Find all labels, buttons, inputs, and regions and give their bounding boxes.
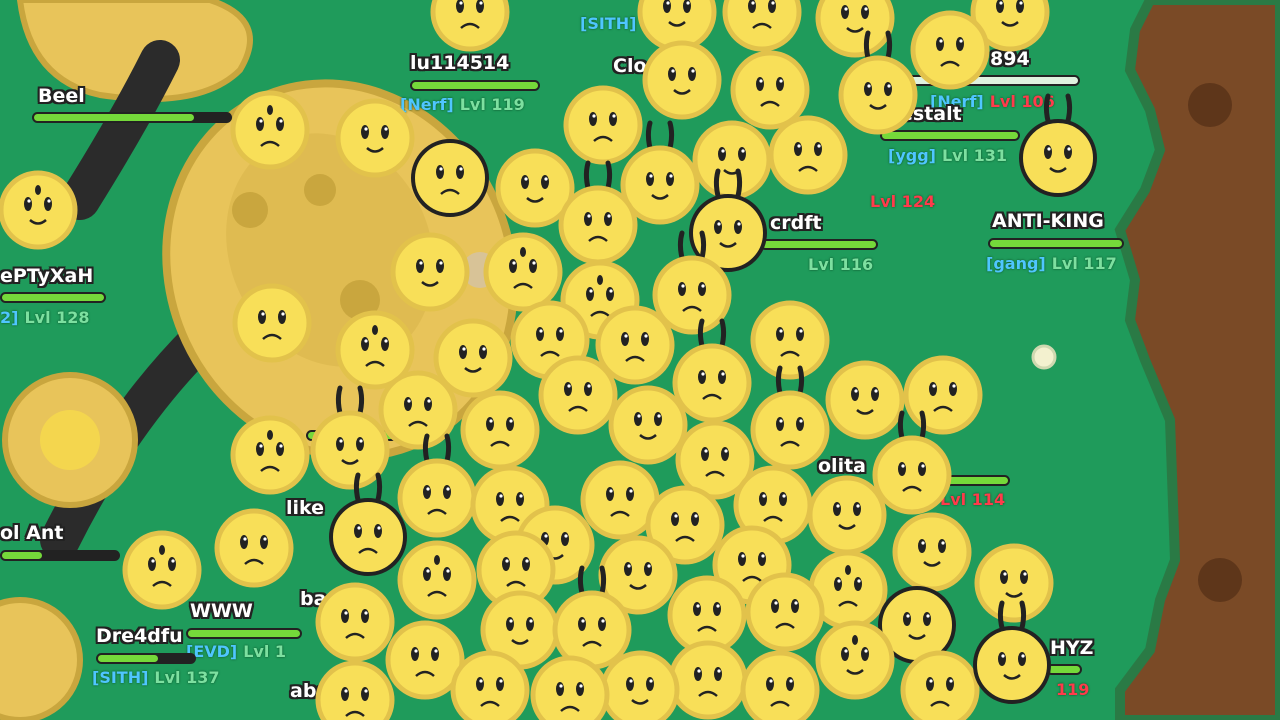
bee-player	[750, 365, 830, 470]
bee-face	[815, 0, 895, 58]
bee-face	[722, 0, 802, 52]
bee-face	[642, 40, 722, 120]
bee-face	[230, 90, 310, 170]
bee-face	[563, 85, 643, 165]
game-viewport[interactable]: lu114514 Beel ePTyXaH 2] Lvl 128 ANTI-KIN…	[0, 0, 1280, 720]
bee-face	[214, 508, 294, 588]
bee-face	[608, 385, 688, 465]
bee-face	[892, 512, 972, 592]
bee-face	[460, 390, 540, 470]
bee-face	[315, 660, 395, 720]
bee-face	[315, 582, 395, 662]
bee-face	[740, 650, 820, 720]
bee-face	[750, 300, 830, 380]
bee-face	[815, 620, 895, 700]
bee-face	[910, 10, 990, 90]
bee-face	[974, 543, 1054, 623]
bee-face	[0, 170, 78, 250]
bee-face	[900, 650, 980, 720]
bee-player	[397, 433, 477, 538]
bee-face	[232, 283, 312, 363]
bee-face	[530, 655, 610, 720]
bee-face	[335, 98, 415, 178]
bee-face	[122, 530, 202, 610]
bee-player	[1019, 93, 1097, 197]
bee-face	[390, 232, 470, 312]
bee-face	[825, 360, 905, 440]
bee-face	[668, 640, 748, 720]
bee-face	[230, 415, 310, 495]
pollen-drop[interactable]	[1031, 344, 1057, 370]
bee-face	[397, 540, 477, 620]
bee-face	[807, 475, 887, 555]
bee-face	[768, 115, 848, 195]
bee-face	[600, 650, 680, 720]
bee-face	[745, 572, 825, 652]
bee-face	[538, 355, 618, 435]
bee-face	[378, 370, 458, 450]
bee-face	[730, 50, 810, 130]
bee-player	[310, 385, 390, 490]
bee-player	[672, 318, 752, 423]
bee-face	[411, 139, 489, 217]
bee-face	[430, 0, 510, 52]
bee-face	[450, 650, 530, 720]
bee-player	[329, 472, 407, 576]
bee-face	[483, 232, 563, 312]
bee-face	[903, 355, 983, 435]
bee-face	[692, 120, 772, 200]
swarm-layer	[0, 0, 1097, 720]
